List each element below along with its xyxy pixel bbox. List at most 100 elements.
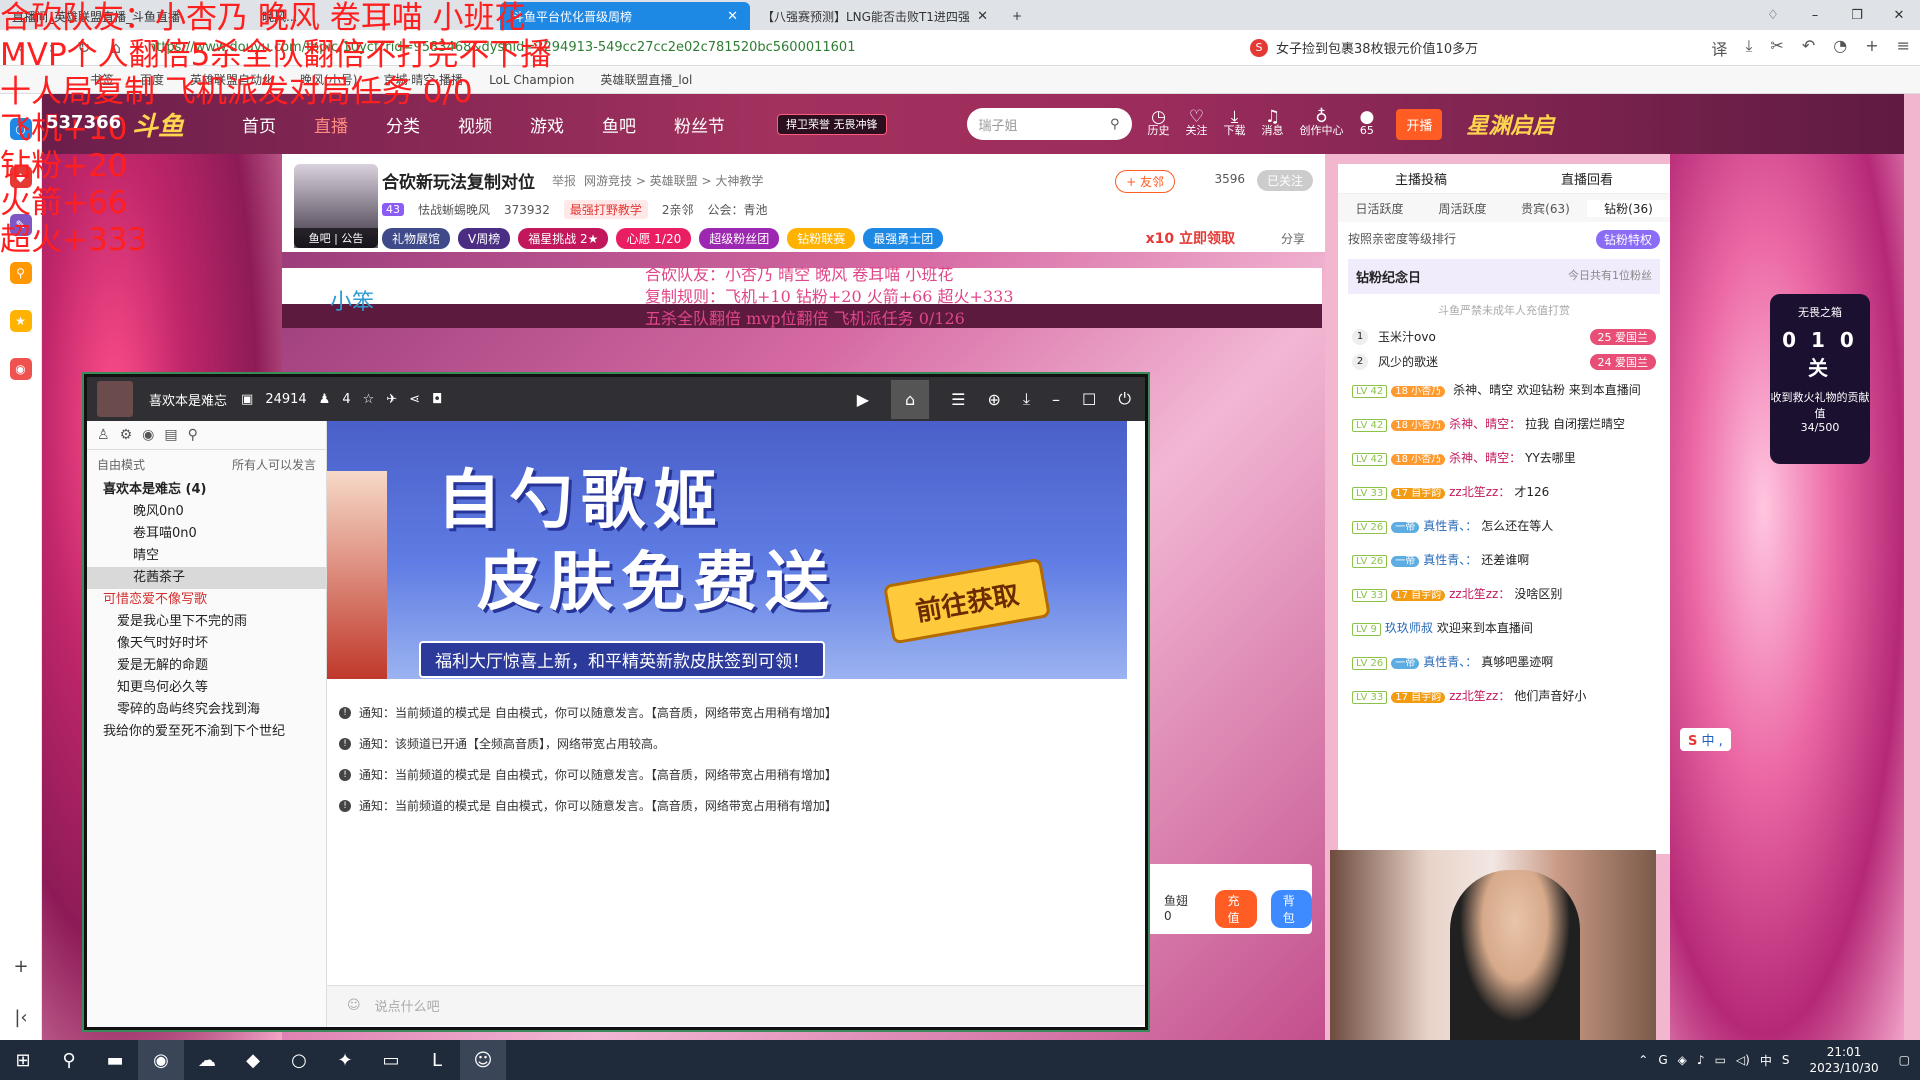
new-tab-button[interactable]: + (1000, 2, 1040, 30)
follow-list-button[interactable]: ♡ 关注 (1186, 109, 1208, 138)
recharge-button[interactable]: 充值 (1215, 890, 1257, 928)
open-live-button[interactable]: 开播 (1396, 108, 1443, 140)
sidebar-search-icon[interactable]: ⚲ (9, 262, 32, 284)
minimize-icon[interactable]: – (1794, 8, 1836, 23)
minimize-tray-icon[interactable]: ⤓ (1023, 389, 1030, 409)
bookmark-item[interactable]: 百度 (140, 71, 164, 88)
report-link[interactable]: 举报 (552, 172, 576, 189)
message-input[interactable]: ☺ 说点什么吧 (327, 985, 1145, 1025)
member-item-selected[interactable]: 花茜茶子 (87, 567, 326, 589)
message-button[interactable]: ♫ 消息 (1262, 109, 1284, 138)
gift-claim-button[interactable]: x10 立即领取 (1146, 228, 1235, 248)
clock[interactable]: 21:01 2023/10/30 (1809, 1044, 1878, 1076)
member-item[interactable]: 卷耳喵0n0 (87, 523, 326, 545)
network-icon[interactable]: ▭ (1715, 1053, 1726, 1067)
chat-user[interactable]: 真性青、： (1423, 519, 1477, 533)
wish-pill[interactable]: 心愿 1/20 (616, 228, 692, 249)
volume-icon[interactable]: ◁) (1736, 1053, 1750, 1067)
avatar-caption[interactable]: 鱼吧 | 公告 (294, 228, 378, 248)
tab-vip[interactable]: 贵宾(63) (1504, 200, 1587, 217)
tab-replay[interactable]: 直播回看 (1561, 169, 1613, 188)
gamepad-icon[interactable]: ⊕ (988, 390, 1001, 409)
nav-game[interactable]: 游戏 (530, 112, 564, 137)
tab-daily[interactable]: 日活跃度 (1338, 200, 1421, 217)
chat-user[interactable]: zz北笙zz： (1449, 689, 1510, 703)
video-icon[interactable]: ▶ (857, 390, 869, 409)
promo-badge[interactable]: 捍卫荣誉 无畏冲锋 (777, 113, 887, 135)
person-icon[interactable]: ♙ (97, 427, 110, 443)
back-icon[interactable]: ‹ (10, 38, 30, 57)
nav-category[interactable]: 分类 (386, 112, 420, 137)
weekly-rank-pill[interactable]: V周榜 (458, 228, 511, 249)
lucky-challenge-pill[interactable]: 福星挑战 2★ (518, 228, 609, 249)
tag-badge[interactable]: 最强打野教学 (563, 200, 648, 219)
notes-icon[interactable]: ▤ (164, 427, 177, 443)
cut-icon[interactable]: ✂ (1770, 36, 1783, 60)
member-item[interactable]: 晴空 (87, 545, 326, 567)
wechat-icon[interactable]: ☁ (184, 1040, 230, 1080)
share-button[interactable]: 分享 (1281, 230, 1305, 247)
url-field[interactable]: https://www.douyu.com/topic/10ycf?rid=95… (138, 34, 1038, 61)
app-icon[interactable]: ◆ (230, 1040, 276, 1080)
channel-avatar[interactable] (97, 381, 133, 417)
sidebar-app-icon[interactable]: ✎ (9, 214, 32, 236)
diamond-league-pill[interactable]: 钻粉联赛 (787, 228, 856, 249)
bookmark-item[interactable]: LoL Champion (489, 73, 574, 87)
chat-user[interactable]: 真性青、： (1423, 553, 1477, 567)
rescue-chest-widget[interactable]: 无畏之箱 0 1 0 关 收到救火礼物的贡献值 34/500 (1770, 294, 1870, 464)
tab-diamond[interactable]: 钻粉(36) (1587, 199, 1670, 217)
power-icon[interactable]: ⏻ (1118, 389, 1131, 409)
close-tab-icon[interactable]: ✕ (977, 9, 988, 24)
chat-user[interactable]: zz北笙zz： (1449, 587, 1510, 601)
chat-user[interactable]: 真性青、： (1423, 655, 1477, 669)
close-window-icon[interactable]: ✕ (1878, 8, 1920, 23)
browser-icon[interactable]: ◉ (138, 1040, 184, 1080)
top-fan-row[interactable]: 1 玉米汁ovo 25 爱国兰 (1338, 324, 1670, 349)
nav-video[interactable]: 视频 (458, 112, 492, 137)
browser-tab-active[interactable]: 斗鱼平台优化晋级周榜 ✕ (500, 2, 750, 30)
news-ticker[interactable]: S 女子捡到包裹38枚银元价值10多万 (1250, 38, 1478, 57)
nav-fan-festival[interactable]: 粉丝节 (674, 112, 725, 137)
list-icon[interactable]: ☰ (951, 390, 965, 409)
menu-icon[interactable]: ≡ (1897, 36, 1910, 60)
subchannel-item[interactable]: 知更鸟何必久等 (87, 677, 326, 699)
browser-tab[interactable]: 晚风... (250, 2, 500, 30)
notification-icon[interactable]: ▢ (1899, 1053, 1910, 1067)
ime-lang[interactable]: 中 (1760, 1052, 1772, 1069)
download-button[interactable]: ⤓ 下载 (1224, 109, 1246, 138)
sidebar-app-icon[interactable]: ◉ (9, 358, 32, 380)
bookmark-item[interactable]: 书签 (90, 71, 114, 88)
bookmark-item[interactable]: 英雄联盟直播_lol (600, 71, 692, 88)
chevron-up-icon[interactable]: ⌃ (1638, 1053, 1648, 1067)
file-explorer-icon[interactable]: ▬ (92, 1040, 138, 1080)
warrior-pill[interactable]: 最强勇士团 (863, 228, 944, 249)
chat-user[interactable]: 杀神、晴空： (1449, 417, 1521, 431)
voice-app-icon[interactable]: ☺ (460, 1040, 506, 1080)
plane-icon[interactable]: ✈ (386, 392, 397, 407)
channel-item[interactable]: 喜欢本是难忘 (4) (87, 479, 326, 501)
translate-icon[interactable]: 译 (1711, 36, 1727, 60)
followed-button[interactable]: 已关注 (1256, 170, 1313, 191)
forward-icon[interactable]: › (42, 38, 62, 57)
backpack-button[interactable]: 背包 (1270, 890, 1313, 928)
gift-hall-pill[interactable]: 礼物展馆 (382, 228, 451, 249)
promo-banner[interactable]: 自勺歌姬 皮肤免费送 前往获取 福利大厅惊喜上新，和平精英新款皮肤签到可领！ (327, 421, 1127, 679)
settings-icon[interactable]: ⚙ (120, 427, 133, 443)
app-icon[interactable]: ▭ (368, 1040, 414, 1080)
banner-cta-button[interactable]: 前往获取 (883, 557, 1051, 645)
sogou-tray-icon[interactable]: S (1782, 1053, 1790, 1067)
diamond-privilege-button[interactable]: 钻粉特权 (1595, 230, 1660, 249)
bookmark-item[interactable]: 晚风(小号) (300, 71, 357, 88)
start-icon[interactable]: ⊞ (0, 1040, 46, 1080)
sidebar-add-icon[interactable]: + (13, 956, 28, 977)
add-friend-button[interactable]: + 友邻 (1115, 170, 1175, 193)
history-button[interactable]: ◷ 历史 (1148, 109, 1170, 138)
chat-user[interactable]: 杀神、晴空： (1449, 451, 1521, 465)
subchannel-item[interactable]: 爱是无解的命题 (87, 655, 326, 677)
channel-item[interactable]: 可惜恋爱不像写歌 (87, 589, 326, 611)
streamer-name[interactable]: 怯战蜥蜴晚风 (418, 201, 490, 218)
top-fan-row[interactable]: 2 风少的歌迷 24 爱国兰 (1338, 349, 1670, 374)
streamer-avatar[interactable]: 鱼吧 | 公告 (294, 164, 378, 248)
tray-app-icon[interactable]: G (1658, 1053, 1667, 1067)
lol-icon[interactable]: L (414, 1040, 460, 1080)
